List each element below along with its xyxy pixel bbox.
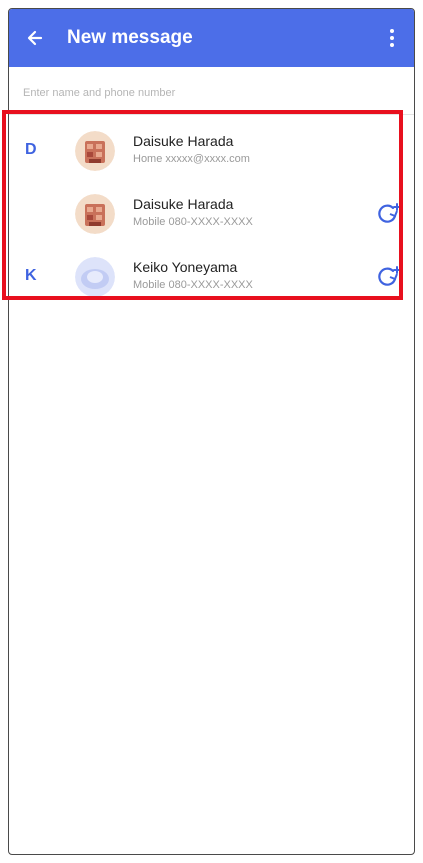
contact-row[interactable]: Daisuke Harada Mobile 080-XXXX-XXXX	[9, 182, 414, 245]
recipient-search	[9, 67, 414, 115]
add-to-conversation-icon	[378, 266, 401, 286]
more-vert-icon	[390, 29, 394, 47]
contact-photo-icon	[75, 257, 115, 297]
start-group-button[interactable]	[376, 202, 402, 226]
more-options-button[interactable]	[374, 9, 410, 67]
back-button[interactable]	[15, 9, 55, 67]
contact-row[interactable]: D Daisuke Harada Home xxxxx@xxxx.com	[9, 119, 414, 182]
phone-screen: New message D	[8, 8, 415, 855]
add-to-conversation-icon	[378, 203, 401, 223]
contact-detail: Home xxxxx@xxxx.com	[133, 153, 250, 165]
contact-photo-icon	[75, 194, 115, 234]
avatar	[75, 194, 115, 234]
contact-name: Daisuke Harada	[133, 133, 234, 149]
app-bar: New message	[9, 9, 414, 67]
contact-photo-icon	[75, 131, 115, 171]
contact-list: D Daisuke Harada Home xxxxx@xxxx.com Dai…	[9, 119, 414, 308]
start-group-button[interactable]	[376, 265, 402, 289]
contact-detail: Mobile 080-XXXX-XXXX	[133, 279, 253, 291]
index-letter: D	[25, 141, 37, 158]
contact-name: Keiko Yoneyama	[133, 259, 238, 275]
contact-detail: Mobile 080-XXXX-XXXX	[133, 216, 253, 228]
avatar	[75, 257, 115, 297]
contact-row[interactable]: K Keiko Yoneyama Mobile 080-XXXX-XXXX	[9, 245, 414, 308]
index-letter: K	[25, 267, 37, 284]
recipient-search-input[interactable]	[23, 83, 383, 103]
avatar	[75, 131, 115, 171]
contact-name: Daisuke Harada	[133, 196, 234, 212]
page-title: New message	[67, 27, 193, 48]
arrow-left-icon	[27, 30, 43, 46]
